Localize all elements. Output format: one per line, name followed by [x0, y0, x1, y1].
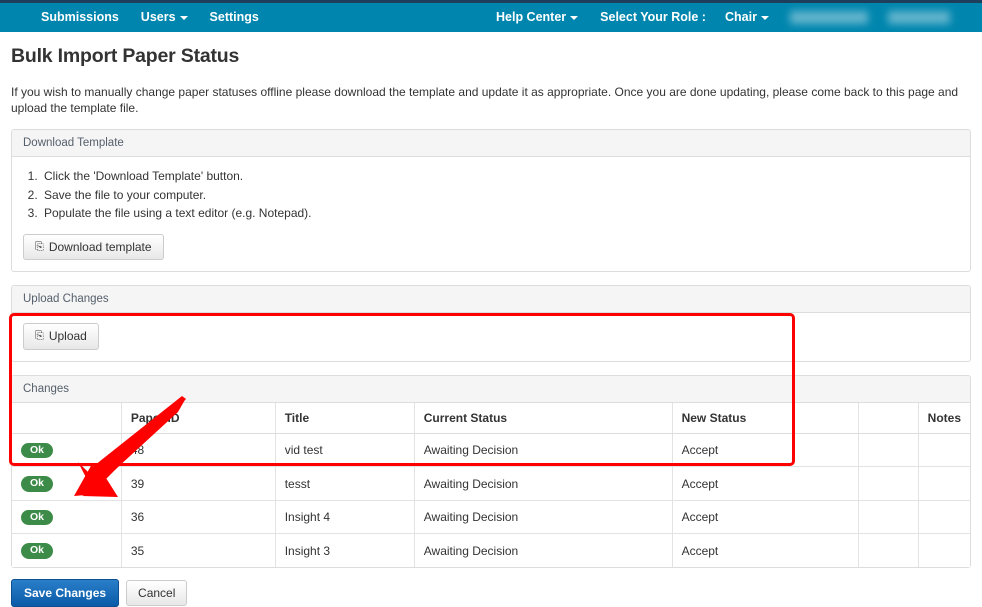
download-template-heading: Download Template	[12, 130, 970, 158]
changes-table-header-row: Paper ID Title Current Status New Status…	[12, 402, 970, 434]
download-template-button[interactable]: ⎘ Download template	[23, 233, 164, 261]
redacted-username	[789, 11, 868, 24]
cell-notes	[918, 466, 970, 501]
chevron-down-icon	[179, 15, 188, 20]
cell-new-status: Accept	[672, 533, 860, 567]
nav-item-settings[interactable]: Settings	[199, 3, 270, 32]
download-template-body: Click the 'Download Template' button. Sa…	[12, 157, 970, 271]
cell-status: Ok	[12, 533, 122, 567]
table-row: Ok 36 Insight 4 Awaiting Decision Accept	[12, 500, 970, 535]
download-step-3: Populate the file using a text editor (e…	[41, 204, 959, 223]
main-navbar: Submissions Users Settings Help Center S…	[0, 3, 982, 32]
column-header-notes: Notes	[918, 402, 970, 434]
cell-new-status: Accept	[672, 433, 860, 468]
status-badge: Ok	[21, 509, 54, 526]
column-header-paper-id: Paper ID	[121, 402, 276, 434]
cell-new-status: Accept	[672, 500, 860, 535]
cell-paper-id: 48	[121, 433, 276, 468]
cell-notes	[918, 533, 970, 567]
changes-table: Paper ID Title Current Status New Status…	[12, 402, 970, 567]
download-template-button-label: Download template	[48, 239, 152, 254]
table-row: Ok 39 tesst Awaiting Decision Accept	[12, 466, 970, 501]
cell-current-status: Awaiting Decision	[414, 500, 673, 535]
save-changes-button-label: Save Changes	[24, 585, 107, 600]
cell-blank	[858, 466, 919, 501]
column-header-status	[12, 402, 122, 434]
column-header-title: Title	[275, 402, 415, 434]
cell-paper-id: 39	[121, 466, 276, 501]
upload-changes-panel: Upload Changes ⎘ Upload	[11, 285, 971, 362]
download-template-panel: Download Template Click the 'Download Te…	[11, 129, 971, 273]
cell-new-status: Accept	[672, 466, 860, 501]
status-badge: Ok	[21, 442, 54, 459]
navbar-left-group: Submissions Users Settings	[30, 3, 270, 32]
cell-title: tesst	[275, 466, 415, 501]
cell-current-status: Awaiting Decision	[414, 533, 673, 567]
cell-status: Ok	[12, 433, 122, 468]
changes-heading: Changes	[12, 375, 970, 403]
download-step-1: Click the 'Download Template' button.	[41, 167, 959, 186]
cell-blank	[858, 500, 919, 535]
role-dropdown-chair[interactable]: Chair	[714, 3, 780, 32]
upload-button-label: Upload	[48, 329, 87, 344]
cell-blank	[858, 533, 919, 567]
changes-panel-body: Paper ID Title Current Status New Status…	[12, 402, 970, 567]
cell-notes	[918, 500, 970, 535]
cell-paper-id: 36	[121, 500, 276, 535]
cell-title: Insight 4	[275, 500, 415, 535]
redacted-account-label	[887, 11, 950, 24]
upload-changes-body: ⎘ Upload	[12, 313, 970, 360]
navbar-right-group: Help Center Select Your Role : Chair	[485, 3, 960, 32]
changes-panel: Changes Paper ID Title Current Status Ne…	[11, 374, 971, 568]
changes-table-head: Paper ID Title Current Status New Status…	[12, 402, 970, 434]
nav-item-settings-label: Settings	[209, 10, 259, 24]
page-title: Bulk Import Paper Status	[11, 45, 240, 67]
cancel-button[interactable]: Cancel	[126, 579, 188, 607]
upload-circle-icon: ⎘	[35, 330, 44, 343]
cell-notes	[918, 433, 970, 468]
cell-title: vid test	[275, 433, 415, 468]
download-step-2: Save the file to your computer.	[41, 186, 959, 205]
nav-item-help-center[interactable]: Help Center	[485, 3, 589, 32]
role-dropdown-value: Chair	[724, 10, 757, 24]
nav-item-users[interactable]: Users	[130, 3, 199, 32]
nav-item-submissions-label: Submissions	[41, 10, 119, 24]
column-header-new-status: New Status	[672, 402, 860, 434]
chevron-down-icon	[570, 15, 579, 20]
footer-actions: Save Changes Cancel	[11, 578, 971, 607]
cell-current-status: Awaiting Decision	[414, 433, 673, 468]
upload-changes-heading: Upload Changes	[12, 286, 970, 314]
cell-status: Ok	[12, 466, 122, 501]
changes-table-body: Ok 48 vid test Awaiting Decision Accept Ok 39 t…	[12, 433, 970, 567]
cancel-button-label: Cancel	[138, 585, 176, 600]
column-header-current-status: Current Status	[414, 402, 673, 434]
cell-current-status: Awaiting Decision	[414, 466, 673, 501]
upload-button[interactable]: ⎘ Upload	[23, 323, 99, 350]
chevron-down-icon	[760, 15, 769, 20]
status-badge: Ok	[21, 476, 54, 492]
cell-paper-id: 35	[121, 533, 276, 567]
table-row: Ok 35 Insight 3 Awaiting Decision Accept	[12, 533, 970, 567]
nav-item-users-label: Users	[140, 10, 176, 24]
table-row: Ok 48 vid test Awaiting Decision Accept	[12, 433, 970, 468]
cell-title: Insight 3	[275, 533, 415, 567]
cell-blank	[858, 433, 919, 468]
download-circle-icon: ⎘	[35, 240, 44, 253]
page-intro-text: If you wish to manually change paper sta…	[11, 85, 959, 115]
column-header-blank	[858, 402, 919, 434]
download-steps-list: Click the 'Download Template' button. Sa…	[23, 167, 959, 223]
nav-item-help-center-label: Help Center	[496, 10, 567, 24]
cell-status: Ok	[12, 500, 122, 535]
nav-item-submissions[interactable]: Submissions	[30, 3, 130, 32]
select-role-label: Select Your Role :	[600, 10, 706, 24]
page-content: Bulk Import Paper Status If you wish to …	[0, 45, 982, 607]
status-badge: Ok	[21, 543, 54, 559]
save-changes-button[interactable]: Save Changes	[11, 578, 120, 607]
